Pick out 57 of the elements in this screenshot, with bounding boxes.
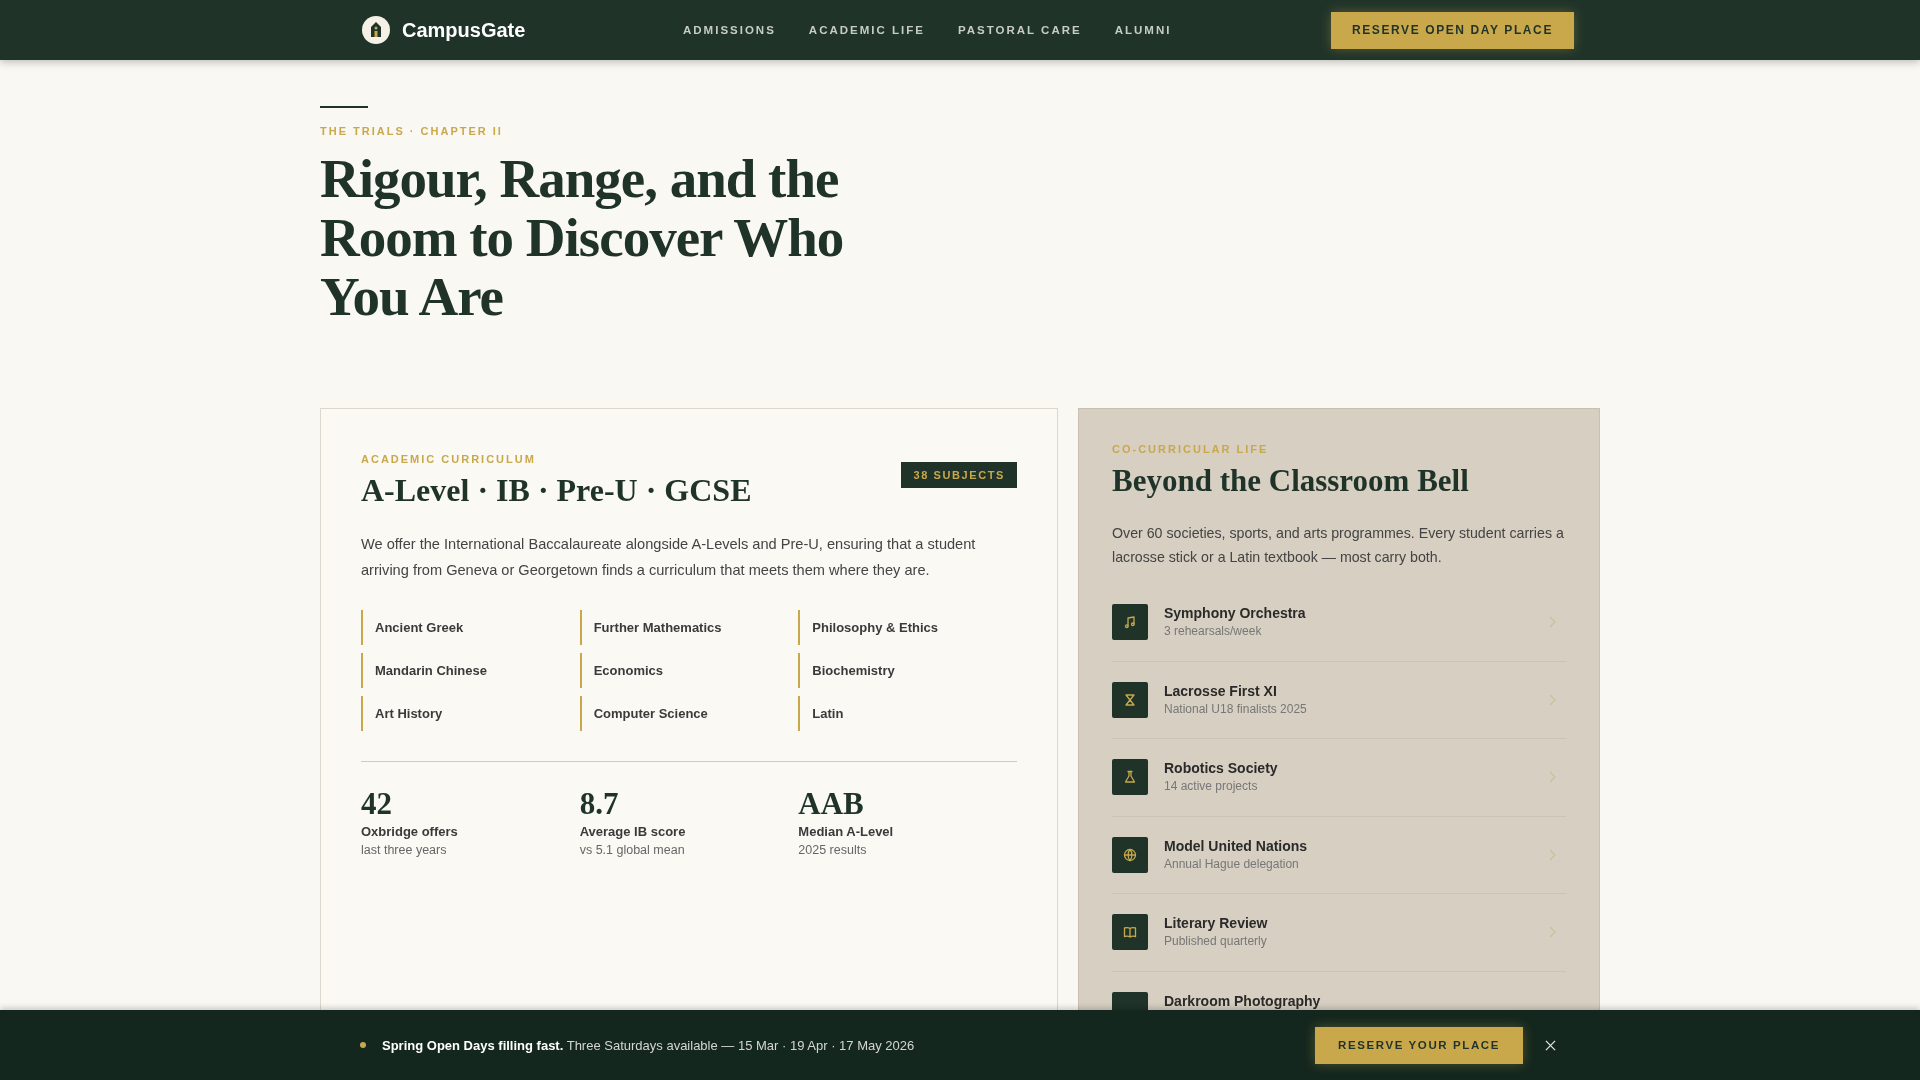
book-icon	[1112, 914, 1148, 951]
reserve-button[interactable]: RESERVE YOUR PLACE	[1315, 1026, 1523, 1064]
card-title: Beyond the Classroom Bell	[1112, 463, 1470, 499]
chevron-icon[interactable]	[1548, 771, 1556, 784]
subject-item: Art History	[361, 696, 580, 731]
activity-note: 3 rehearsals/week	[1164, 624, 1263, 639]
card-eyebrow: CO-CURRICULAR LIFE	[1112, 443, 1270, 455]
stat-label: Average IB score	[579, 824, 687, 839]
activity-note: Published quarterly	[1164, 934, 1268, 949]
activity-name[interactable]: Lacrosse First XI	[1164, 682, 1532, 699]
card-title: A-Level · IB · Pre-U · GCSE	[361, 472, 752, 509]
activity-note: Annual Hague delegation	[1164, 856, 1300, 871]
nav-link[interactable]: ACADEMIC LIFE	[808, 24, 925, 36]
logo-icon[interactable]	[362, 16, 390, 44]
activity-name[interactable]: Symphony Orchestra	[1164, 605, 1532, 622]
section-eyebrow: THE TRIALS · CHAPTER II	[320, 125, 504, 137]
subject-item: Mandarin Chinese	[361, 653, 580, 688]
activity-name[interactable]: Darkroom Photography	[1164, 992, 1566, 1009]
flask-icon	[1112, 759, 1148, 796]
subject-item: Further Mathematics	[579, 610, 799, 645]
subject-item: Ancient Greek	[361, 610, 580, 645]
stat-value: 8.7	[579, 786, 620, 822]
subject-item: Philosophy & Ethics	[798, 610, 1017, 645]
nav-link[interactable]: PASTORAL CARE	[957, 24, 1082, 36]
page-title: Rigour, Range, and the Room to Discover Who You Are	[320, 149, 845, 326]
bullet-icon	[360, 1042, 366, 1048]
subject-item: Latin	[798, 696, 1017, 731]
globe-icon	[1112, 836, 1148, 873]
card-description: Over 60 societies, sports, and arts programmes. Every student carries a lacrosse stick or a Latin textbook — most carry both.	[1112, 524, 1565, 567]
stat-value: 42	[361, 786, 393, 822]
reserve-button[interactable]: RESERVE OPEN DAY PLACE	[1330, 11, 1574, 49]
stat-label: Median A-Level	[798, 824, 895, 839]
chevron-icon[interactable]	[1548, 848, 1556, 861]
card-eyebrow: ACADEMIC CURRICULUM	[361, 453, 537, 465]
nav-link[interactable]: ADMISSIONS	[683, 24, 776, 36]
activity-note: National U18 finalists 2025	[1164, 701, 1308, 716]
activity-note: 14 active projects	[1164, 779, 1259, 794]
chevron-icon[interactable]	[1548, 926, 1556, 939]
stat-note: vs 5.1 global mean	[579, 843, 686, 857]
subject-item: Biochemistry	[798, 653, 1017, 688]
activity-name[interactable]: Model United Nations	[1164, 837, 1532, 854]
announcement-text: Spring Open Days filling fast. Three Saturdays available — 15 Mar · 19 Apr · 17 May 2026	[382, 1037, 916, 1053]
chevron-icon[interactable]	[1548, 616, 1556, 629]
stat-note: 2025 results	[798, 843, 868, 857]
nav-link[interactable]: ALUMNI	[1114, 24, 1172, 36]
stat-note: last three years	[361, 843, 448, 857]
stat-label: Oxbridge offers	[361, 824, 459, 839]
chevron-icon[interactable]	[1548, 693, 1556, 706]
subject-item: Economics	[579, 653, 799, 688]
music-note-icon	[1112, 604, 1148, 641]
subject-count-badge: 38 SUBJECTS	[901, 462, 1017, 488]
activity-name[interactable]: Robotics Society	[1164, 760, 1532, 777]
subject-item: Computer Science	[579, 696, 799, 731]
card-description: We offer the International Baccalaureate alongside A-Levels and Pre-U, ensuring that a student arriving from Geneva or Georgetown finds a curriculum that meets them where they are.	[361, 535, 977, 580]
stat-value: AAB	[798, 786, 865, 822]
brand-name[interactable]: CampusGate	[402, 18, 526, 42]
activity-name[interactable]: Literary Review	[1164, 915, 1532, 932]
